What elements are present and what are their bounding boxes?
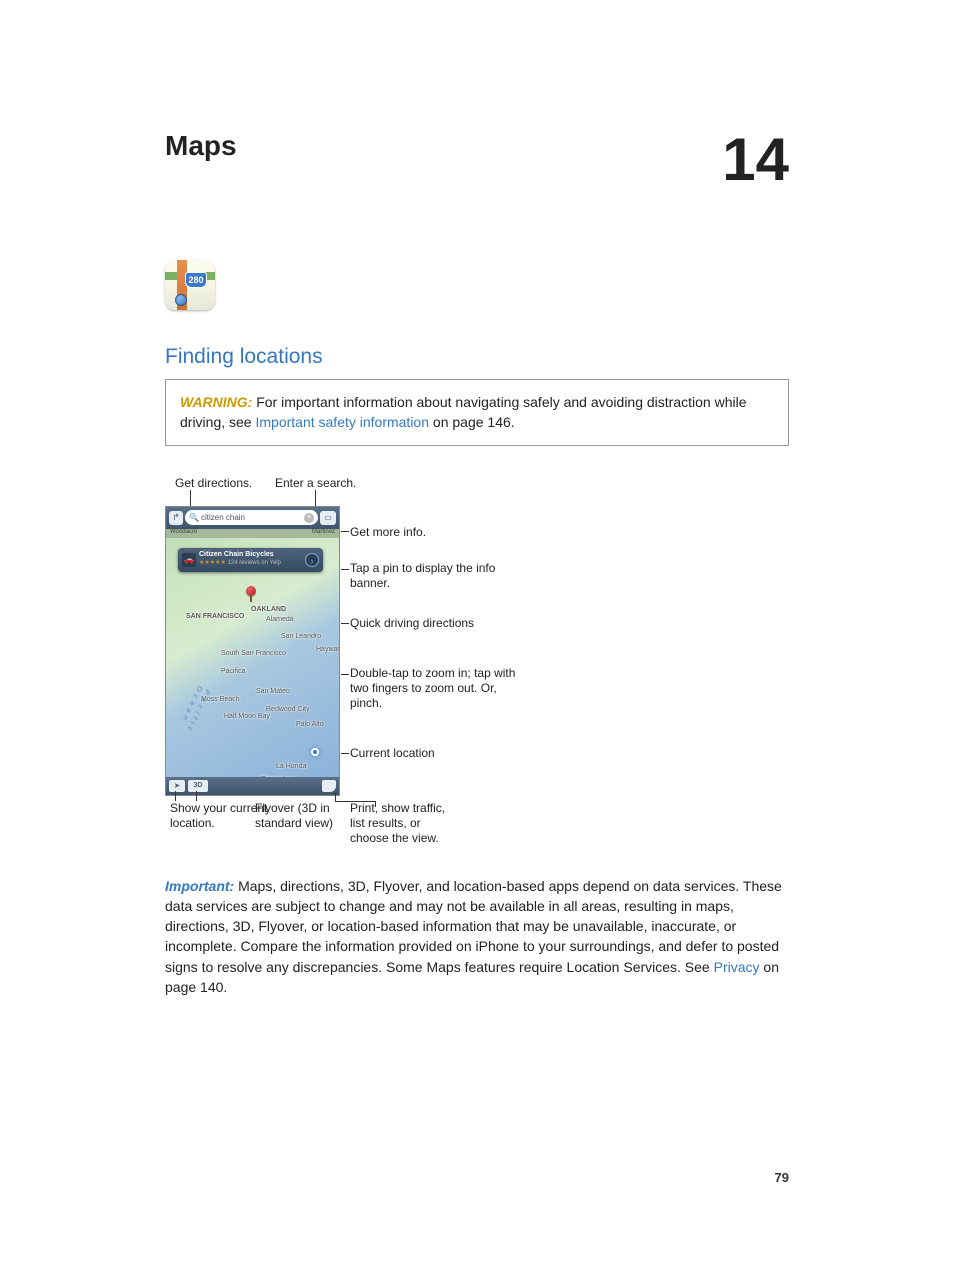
callout-flyover: Flyover (3D in standard view) — [255, 801, 360, 831]
callout-current-location: Current location — [350, 746, 435, 761]
city-label: Half Moon Bay — [224, 713, 270, 722]
callout-page-curl: Print, show traffic, list results, or ch… — [350, 801, 455, 846]
callout-enter-search: Enter a search. — [275, 476, 356, 491]
connector-line — [175, 791, 176, 801]
current-location-dot — [311, 748, 319, 756]
connector-line — [341, 623, 349, 624]
ocean-label: Pacific Ocean — [165, 683, 211, 776]
city-label: Hayward — [316, 646, 340, 655]
important-paragraph: Important: Maps, directions, 3D, Flyover… — [165, 876, 789, 998]
map-bottom-toolbar: ➤ 3D — [166, 777, 339, 795]
city-label: OAKLAND — [251, 606, 286, 615]
callout-zoom: Double-tap to zoom in; tap with two fing… — [350, 666, 520, 711]
city-label: San Mateo — [256, 688, 290, 697]
chapter-title: Maps — [165, 130, 237, 162]
search-icon: 🔍 — [189, 513, 199, 523]
city-label: Alameda — [266, 616, 294, 625]
clear-icon[interactable]: × — [304, 513, 314, 523]
info-icon[interactable]: › — [305, 553, 319, 567]
callout-tap-pin: Tap a pin to display the info banner. — [350, 561, 520, 591]
map-pin[interactable] — [246, 586, 256, 596]
bookmarks-button[interactable]: ▭ — [320, 511, 336, 525]
warning-box: WARNING: For important information about… — [165, 379, 789, 446]
map-canvas[interactable]: 🚗 Citizen Chain Bicycles ★★★★★ 124 revie… — [166, 538, 339, 778]
connector-line — [335, 793, 336, 801]
phone-screenshot: ↱ 🔍 citizen chain × ▭ Woodacre Martinez … — [165, 506, 340, 796]
location-dot-icon — [175, 294, 187, 306]
callout-get-directions: Get directions. — [175, 476, 252, 491]
car-icon[interactable]: 🚗 — [182, 553, 196, 567]
section-heading: Finding locations — [165, 345, 789, 369]
directions-button[interactable]: ↱ — [169, 511, 183, 525]
warning-text-after: on page 146. — [429, 414, 515, 430]
connector-line — [341, 531, 349, 532]
three-d-button[interactable]: 3D — [188, 780, 208, 792]
page-curl-button[interactable] — [322, 780, 336, 792]
connector-line — [341, 753, 349, 754]
city-label: Redwood City — [266, 706, 310, 715]
map-label-strip: Woodacre Martinez — [166, 529, 339, 538]
search-text: citizen chain — [201, 513, 304, 523]
connector-line — [196, 791, 197, 801]
locate-button[interactable]: ➤ — [169, 780, 185, 792]
banner-title: Citizen Chain Bicycles — [199, 551, 302, 560]
callout-quick-directions: Quick driving directions — [350, 616, 474, 631]
route-shield-icon: 280 — [185, 272, 207, 288]
chapter-number: 14 — [722, 130, 789, 190]
city-label: South San Francisco — [221, 650, 286, 659]
connector-line — [341, 674, 349, 675]
page-number: 79 — [775, 1170, 789, 1185]
safety-info-link[interactable]: Important safety information — [255, 414, 429, 430]
info-banner[interactable]: 🚗 Citizen Chain Bicycles ★★★★★ 124 revie… — [178, 548, 323, 572]
important-label: Important: — [165, 878, 234, 894]
important-text: Maps, directions, 3D, Flyover, and locat… — [165, 878, 782, 975]
connector-line — [341, 569, 349, 570]
privacy-link[interactable]: Privacy — [714, 959, 760, 975]
maps-app-icon: 280 — [165, 260, 215, 310]
city-label: Pacifica — [221, 668, 246, 677]
callout-more-info: Get more info. — [350, 525, 426, 540]
warning-label: WARNING: — [180, 394, 252, 410]
city-label: Palo Alto — [296, 721, 324, 730]
banner-reviews: 124 reviews on Yelp — [228, 560, 281, 566]
city-label: San Leandro — [281, 633, 321, 642]
city-label: SAN FRANCISCO — [186, 613, 244, 622]
banner-stars: ★★★★★ — [199, 560, 226, 566]
search-field[interactable]: 🔍 citizen chain × — [185, 510, 318, 525]
map-top-toolbar: ↱ 🔍 citizen chain × ▭ — [166, 507, 339, 529]
chapter-header: Maps 14 — [165, 130, 789, 190]
city-label: La Honda — [276, 763, 306, 772]
maps-figure: Get directions. Enter a search. ↱ 🔍 citi… — [165, 476, 789, 846]
